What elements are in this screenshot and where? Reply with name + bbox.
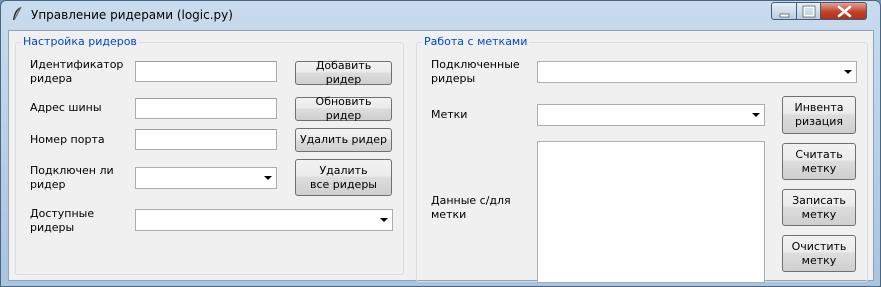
maximize-icon <box>802 5 816 18</box>
available-readers-label: Доступные ридеры <box>30 207 95 234</box>
port-number-label: Номер порта <box>30 133 105 146</box>
reader-settings-title: Настройка ридеров <box>21 35 139 48</box>
connected-select[interactable] <box>135 167 277 189</box>
close-button[interactable] <box>820 2 867 20</box>
tag-work-group: Работа с метками Подключенные ридеры Мет… <box>416 35 868 283</box>
available-readers-select[interactable] <box>135 209 393 231</box>
delete-all-readers-button[interactable]: Удалить все ридеры <box>295 159 392 196</box>
tag-data-textarea[interactable] <box>537 141 765 283</box>
window-title: Управление ридерами (logic.py) <box>31 8 233 22</box>
reader-id-input[interactable] <box>135 61 277 82</box>
tag-data-label: Данные с/для метки <box>431 194 511 221</box>
delete-reader-button[interactable]: Удалить ридер <box>295 128 392 152</box>
tags-label: Метки <box>431 108 468 121</box>
port-number-input[interactable] <box>135 129 277 150</box>
reader-settings-group: Настройка ридеров Идентификатор ридера Д… <box>15 35 404 275</box>
write-tag-button[interactable]: Записать метку <box>782 189 856 226</box>
connected-label: Подключен ли ридер <box>30 164 114 191</box>
connected-readers-select[interactable] <box>537 61 857 83</box>
maximize-button[interactable] <box>796 2 821 20</box>
tag-work-title: Работа с метками <box>422 35 530 48</box>
clear-tag-button[interactable]: Очистить метку <box>782 235 856 272</box>
tags-select[interactable] <box>537 104 765 126</box>
chevron-down-icon <box>380 218 388 222</box>
bus-address-label: Адрес шины <box>30 101 102 114</box>
minimize-icon <box>779 13 790 18</box>
app-window: Управление ридерами (logic.py) Настройка… <box>0 0 881 287</box>
close-icon <box>837 5 852 18</box>
reader-id-label: Идентификатор ридера <box>30 58 124 85</box>
update-reader-button[interactable]: Обновить ридер <box>295 95 392 122</box>
client-area: Настройка ридеров Идентификатор ридера Д… <box>8 30 874 283</box>
add-reader-button[interactable]: Добавить ридер <box>295 59 392 86</box>
chevron-down-icon <box>844 70 852 74</box>
bus-address-input[interactable] <box>135 98 277 119</box>
read-tag-button[interactable]: Считать метку <box>782 143 856 180</box>
feather-icon <box>13 6 22 21</box>
title-bar[interactable]: Управление ридерами (logic.py) <box>1 1 880 29</box>
chevron-down-icon <box>264 176 272 180</box>
inventory-button[interactable]: Инвента ризация <box>782 96 856 134</box>
connected-readers-label: Подключенные ридеры <box>431 58 520 85</box>
chevron-down-icon <box>752 113 760 117</box>
minimize-button[interactable] <box>771 2 797 20</box>
